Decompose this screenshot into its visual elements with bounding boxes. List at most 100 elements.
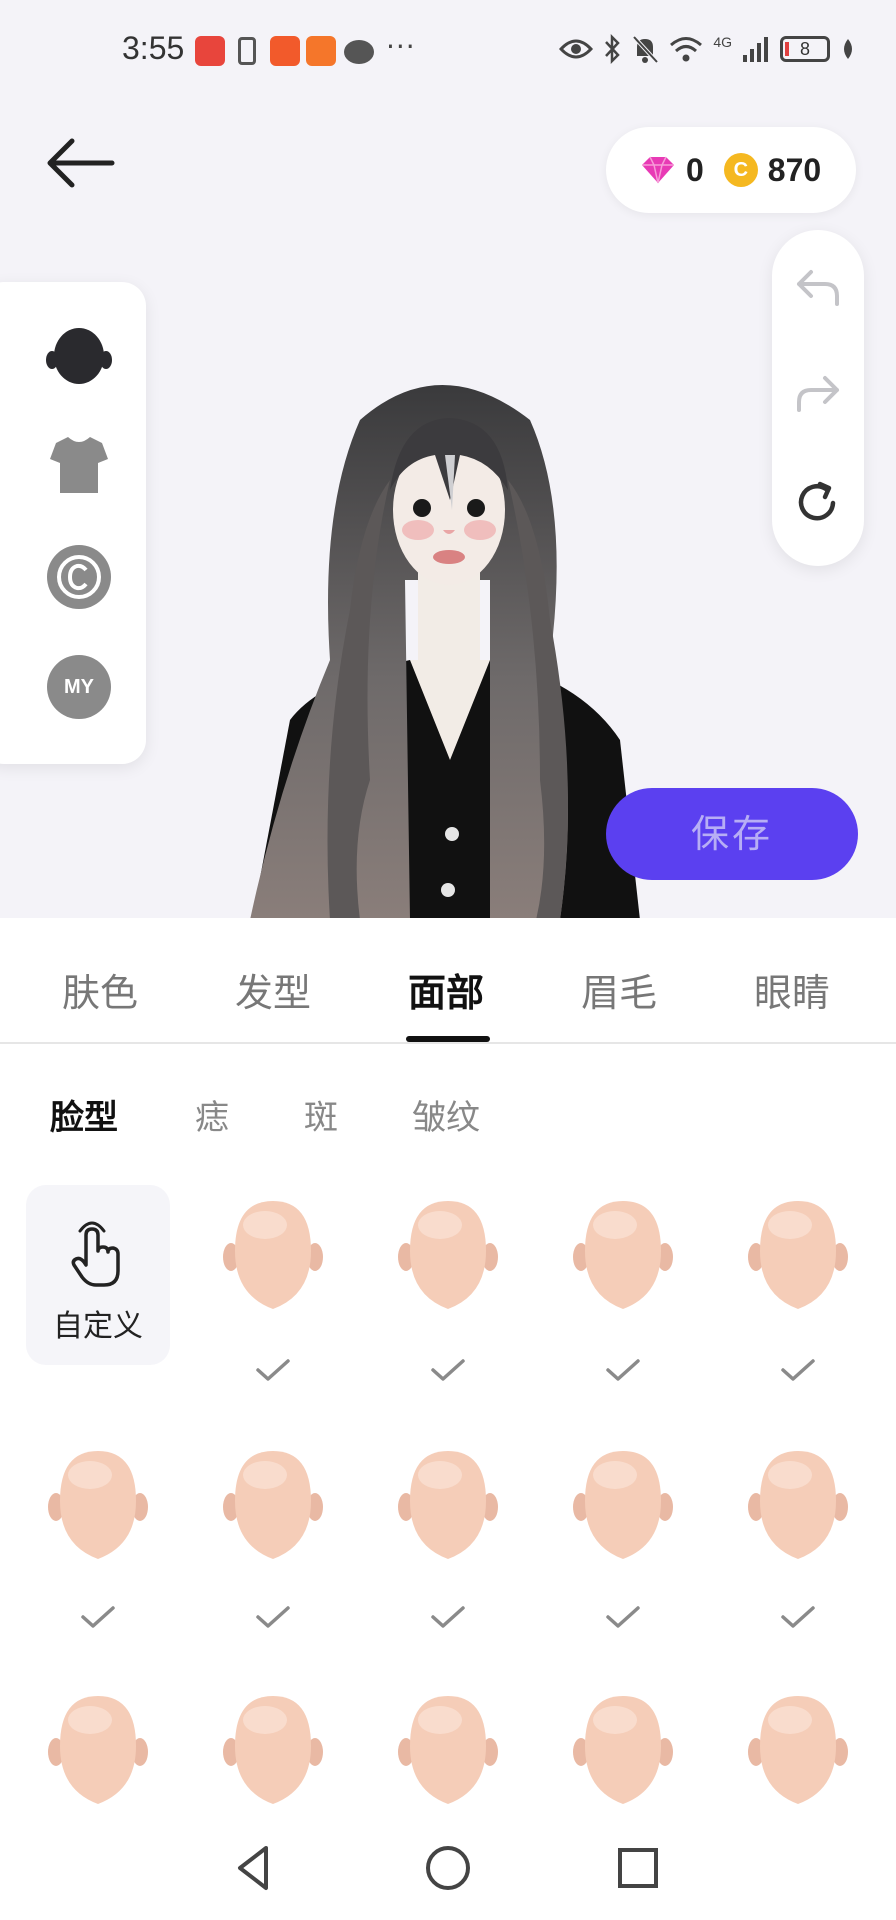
active-tab-indicator xyxy=(406,1036,490,1042)
nav-back-button[interactable] xyxy=(226,1838,286,1898)
category-copyright[interactable] xyxy=(46,544,112,610)
my-badge: MY xyxy=(47,655,111,719)
face-shape-icon xyxy=(748,1696,848,1804)
diamond-icon xyxy=(642,156,674,184)
face-shape-option[interactable] xyxy=(573,1690,673,1810)
triangle-back-icon xyxy=(238,1846,268,1890)
mute-bell-icon xyxy=(632,35,659,64)
face-shape-option[interactable] xyxy=(398,1690,498,1810)
face-shape-icon xyxy=(748,1201,848,1309)
copyright-icon xyxy=(47,545,111,609)
category-my[interactable]: MY xyxy=(46,654,112,720)
back-button[interactable] xyxy=(44,135,124,205)
circle-home-icon xyxy=(426,1846,470,1890)
face-shape-option[interactable] xyxy=(748,1445,848,1565)
face-shape-option[interactable] xyxy=(748,1690,848,1810)
currency-balance[interactable]: 0 C 870 xyxy=(606,127,856,213)
undo-button[interactable] xyxy=(795,268,841,314)
phone-icon xyxy=(238,37,256,65)
nav-home-button[interactable] xyxy=(418,1838,478,1898)
head-icon xyxy=(46,328,112,384)
huawei-app-icon xyxy=(195,36,225,66)
redo-button[interactable] xyxy=(795,374,841,420)
face-shape-option[interactable] xyxy=(748,1195,848,1315)
reset-button[interactable] xyxy=(795,480,841,526)
tab-hairstyle[interactable]: 发型 xyxy=(235,962,311,1017)
kuaishou-icon xyxy=(270,36,300,66)
face-shape-option[interactable] xyxy=(398,1195,498,1315)
square-recents-icon xyxy=(618,1848,658,1888)
checkmark-icon xyxy=(80,1605,116,1629)
custom-face-button[interactable]: 自定义 xyxy=(26,1185,170,1365)
checkmark-icon xyxy=(780,1358,816,1382)
signal-icon xyxy=(743,37,768,62)
face-shape-icon xyxy=(748,1451,848,1559)
back-arrow-icon xyxy=(47,138,115,188)
face-shape-option[interactable] xyxy=(223,1690,323,1810)
face-shape-option[interactable] xyxy=(48,1445,148,1565)
category-tabs: 肤色 发型 面部 眉毛 眼睛 xyxy=(0,918,896,1044)
face-shape-icon xyxy=(48,1696,148,1804)
category-panel: MY xyxy=(0,282,146,764)
hand-pointer-icon xyxy=(71,1221,120,1287)
face-shape-icon xyxy=(48,1451,148,1559)
face-shape-option[interactable] xyxy=(223,1195,323,1315)
tab-eyes[interactable]: 眼睛 xyxy=(754,962,830,1017)
gem-count: 0 xyxy=(686,151,704,188)
checkmark-icon xyxy=(255,1358,291,1382)
face-shape-option[interactable] xyxy=(573,1195,673,1315)
status-right: 4G 8 xyxy=(559,34,856,64)
save-button[interactable]: 保存 xyxy=(606,788,858,880)
custom-label: 自定义 xyxy=(53,1309,143,1344)
face-shape-option[interactable] xyxy=(398,1445,498,1565)
tshirt-icon xyxy=(50,437,108,493)
face-shape-icon xyxy=(573,1696,673,1804)
face-shape-icon xyxy=(398,1201,498,1309)
leaf-icon xyxy=(844,39,852,59)
checkmark-icon xyxy=(430,1358,466,1382)
avatar-preview[interactable] xyxy=(240,360,660,918)
face-shape-icon xyxy=(573,1451,673,1559)
tab-skin-color[interactable]: 肤色 xyxy=(62,962,138,1017)
face-shape-option[interactable] xyxy=(223,1445,323,1565)
tab-face[interactable]: 面部 xyxy=(408,962,484,1017)
refresh-icon xyxy=(798,481,836,521)
category-body[interactable] xyxy=(46,322,112,388)
subtab-wrinkles[interactable]: 皱纹 xyxy=(412,1090,480,1139)
history-panel xyxy=(772,230,864,566)
subtab-face-shape[interactable]: 脸型 xyxy=(50,1090,118,1139)
face-shape-icon xyxy=(398,1696,498,1804)
face-shape-icon xyxy=(223,1451,323,1559)
checkmark-icon xyxy=(605,1358,641,1382)
tab-eyebrows[interactable]: 眉毛 xyxy=(581,962,657,1017)
status-time: 3:55 xyxy=(122,30,185,66)
checkmark-icon xyxy=(430,1605,466,1629)
checkmark-icon xyxy=(255,1605,291,1629)
redo-icon xyxy=(797,376,839,412)
coin-icon: C xyxy=(723,153,758,187)
eye-icon xyxy=(559,39,594,59)
kuaishou-lite-icon xyxy=(306,36,336,66)
undo-icon xyxy=(797,270,839,306)
subtab-mole[interactable]: 痣 xyxy=(195,1090,229,1139)
nav-recents-button[interactable] xyxy=(608,1838,668,1898)
more-notifications-icon: ··· xyxy=(386,30,416,63)
coin-count: 870 xyxy=(767,151,822,188)
face-shape-option[interactable] xyxy=(573,1445,673,1565)
face-shape-icon xyxy=(223,1696,323,1804)
wifi-icon xyxy=(670,37,703,62)
subtab-spots[interactable]: 斑 xyxy=(304,1090,338,1139)
category-clothing[interactable] xyxy=(46,432,112,498)
bluetooth-icon xyxy=(605,34,621,64)
face-shape-icon xyxy=(573,1201,673,1309)
checkmark-icon xyxy=(780,1605,816,1629)
face-shape-icon xyxy=(398,1451,498,1559)
status-bar: 3:55 ··· 4G 8 xyxy=(0,0,896,100)
system-nav-bar xyxy=(0,1820,896,1920)
avatar-character xyxy=(250,385,640,918)
network-label: 4G xyxy=(713,34,732,50)
face-shape-option[interactable] xyxy=(48,1690,148,1810)
wechat-icon xyxy=(344,40,374,64)
checkmark-icon xyxy=(605,1605,641,1629)
face-shape-icon xyxy=(223,1201,323,1309)
